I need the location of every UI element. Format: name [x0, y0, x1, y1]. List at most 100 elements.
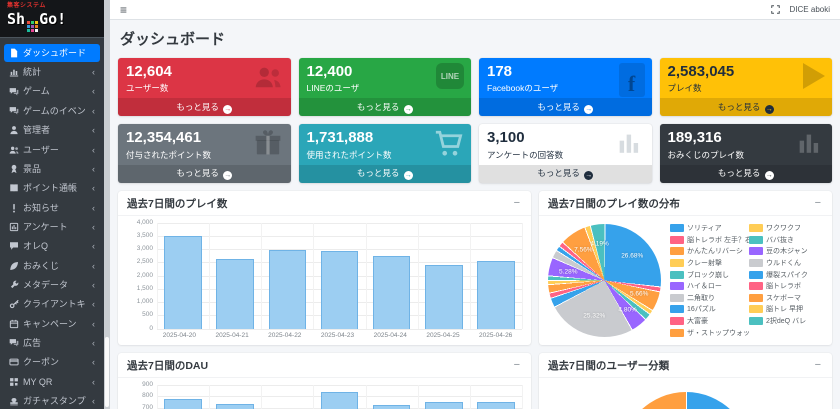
legend-item[interactable]: クレー射撃 — [670, 257, 749, 269]
brand-logo[interactable]: 集客システム ShGo! — [0, 0, 104, 38]
legend-item[interactable]: ワクワクフ — [749, 223, 823, 235]
page-title: ダッシュボード — [120, 28, 832, 49]
legend-item[interactable]: 16パズル — [670, 304, 749, 316]
chevron-left-icon: ‹ — [90, 67, 95, 77]
chevron-left-icon: ‹ — [90, 280, 95, 290]
sidebar-item[interactable]: ゲームのイベント‹ — [4, 102, 100, 120]
legend-item[interactable]: 爆裂スパイク — [749, 269, 823, 281]
x-tick-label: 2025-04-23 — [311, 332, 364, 339]
collapse-icon[interactable]: − — [813, 198, 823, 209]
more-link[interactable]: もっと見る → — [299, 165, 472, 183]
sidebar-scrollbar[interactable] — [104, 0, 110, 409]
sidebar-item[interactable]: オレQ‹ — [4, 237, 100, 255]
sidebar-item[interactable]: 統計‹ — [4, 63, 100, 81]
legend-swatch — [749, 317, 763, 325]
sidebar-item[interactable]: ユーザー‹ — [4, 141, 100, 159]
card-header: 過去7日間のプレイ数の分布 − — [539, 191, 832, 216]
sidebar-item[interactable]: 管理者‹ — [4, 121, 100, 139]
sidebar-item[interactable]: メタデータ‹ — [4, 276, 100, 294]
legend-item[interactable]: かんたんリバーシ — [670, 246, 749, 258]
more-link[interactable]: もっと見る → — [479, 165, 652, 183]
legend-item[interactable]: 脳トレラボ — [749, 280, 823, 292]
arrow-circle-right-icon: → — [584, 105, 593, 114]
legend-swatch — [670, 247, 684, 255]
collapse-icon[interactable]: − — [512, 360, 522, 371]
stat-card: 2,583,045プレイ数もっと見る → — [660, 58, 833, 116]
app-window: 集客システム ShGo! ダッシュボード統計‹ゲーム‹ゲームのイベント‹管理者‹… — [0, 0, 840, 409]
legend-item[interactable]: 二角取り — [670, 292, 749, 304]
more-link[interactable]: もっと見る → — [118, 98, 291, 116]
chevron-left-icon: ‹ — [90, 319, 95, 329]
more-link[interactable]: もっと見る → — [479, 98, 652, 116]
sidebar-item[interactable]: ゲーム‹ — [4, 82, 100, 100]
sidebar-item-label: お知らせ — [23, 203, 59, 213]
fullscreen-icon[interactable] — [771, 5, 780, 14]
more-label: もっと見る — [176, 102, 221, 112]
sidebar-item[interactable]: ポイント通帳‹ — [4, 179, 100, 197]
legend-item[interactable]: 豆の木ジャン — [749, 246, 823, 258]
logo-mosaic-icon — [27, 21, 38, 32]
book-icon — [9, 183, 19, 193]
legend-item[interactable]: ザ・ストップウォッチ — [670, 327, 749, 339]
sidebar-item[interactable]: キャンペーン‹ — [4, 315, 100, 333]
card-header: 過去7日間のDAU − — [118, 353, 531, 378]
bar — [373, 256, 411, 328]
more-link[interactable]: もっと見る → — [660, 98, 833, 116]
legend-label: ブロック崩し — [687, 270, 729, 280]
x-tick-label: 2025-04-24 — [364, 332, 417, 339]
sidebar-item[interactable]: MY QR‹ — [4, 373, 100, 391]
bar — [373, 405, 411, 409]
pie-percent-label: 26.68% — [621, 252, 643, 259]
cardpay-icon — [9, 357, 19, 367]
arrow-circle-right-icon: → — [765, 105, 774, 114]
charts-row-1: 過去7日間のプレイ数 − 4,0003,5003,0002,5002,0001,… — [118, 191, 832, 345]
legend-item[interactable]: ソリティア — [670, 223, 749, 235]
legend-item[interactable]: ブロック崩し — [670, 269, 749, 281]
legend-swatch — [749, 224, 763, 232]
legend-swatch — [670, 329, 684, 337]
legend-label: スケボーマ — [766, 293, 801, 303]
hamburger-menu-icon[interactable]: ≡ — [120, 4, 127, 16]
chevron-left-icon: ‹ — [90, 183, 95, 193]
legend-swatch — [749, 282, 763, 290]
chevron-left-icon: ‹ — [90, 203, 95, 213]
legend-swatch — [749, 305, 763, 313]
legend-item[interactable]: ウルドくん — [749, 257, 823, 269]
sidebar-item[interactable]: お知らせ ‹ — [4, 199, 100, 217]
sidebar-scrollbar-thumb[interactable] — [105, 337, 109, 407]
wrench-icon — [9, 280, 19, 290]
bar — [425, 265, 463, 328]
more-link[interactable]: もっと見る → — [118, 165, 291, 183]
more-label: もっと見る — [537, 102, 582, 112]
pie-chart-wrap: 26.68%5.66%4.80%25.32%5.28%7.56%4.19% ソリ… — [548, 223, 823, 339]
more-link[interactable]: もっと見る → — [660, 165, 833, 183]
sidebar-item[interactable]: 広告‹ — [4, 334, 100, 352]
legend-item[interactable]: 脳トレ 早押 — [749, 304, 823, 316]
collapse-icon[interactable]: − — [512, 198, 522, 209]
sidebar-item[interactable]: クーポン‹ — [4, 353, 100, 371]
sidebar-item-label: ゲーム — [23, 86, 50, 96]
legend-label: 脳トレラボ — [766, 281, 801, 291]
sidebar-item[interactable]: アンケート‹ — [4, 218, 100, 236]
legend-item[interactable]: 大富豪 — [670, 315, 749, 327]
x-tick-label: 2025-04-26 — [469, 332, 522, 339]
legend-item[interactable]: スケボーマ — [749, 292, 823, 304]
legend-item[interactable]: ハイ＆ロー — [670, 280, 749, 292]
more-link[interactable]: もっと見る → — [299, 98, 472, 116]
sidebar-item[interactable]: ダッシュボード — [4, 44, 100, 62]
users-icon — [252, 63, 284, 91]
legend-label: 二角取り — [687, 293, 715, 303]
sidebar-item-label: ユーザー — [23, 145, 59, 155]
sidebar-item[interactable]: クライアントキー‹ — [4, 295, 100, 313]
sidebar-item[interactable]: おみくじ‹ — [4, 257, 100, 275]
sidebar-item[interactable]: 景品‹ — [4, 160, 100, 178]
user-name[interactable]: DICE aboki — [790, 5, 830, 14]
sidebar-item[interactable]: ガチャスタンプ‹ — [4, 392, 100, 409]
legend-label: ソリティア — [687, 223, 722, 233]
legend-item[interactable]: ババ抜き — [749, 234, 823, 246]
collapse-icon[interactable]: − — [813, 360, 823, 371]
sidebar-item-label: ゲームのイベント — [23, 106, 86, 116]
pie-percent-label: 7.56% — [574, 246, 592, 253]
legend-item[interactable]: 2択deQ バレ — [749, 315, 823, 327]
legend-item[interactable]: 脳トレラボ 左手？右手？ — [670, 234, 749, 246]
